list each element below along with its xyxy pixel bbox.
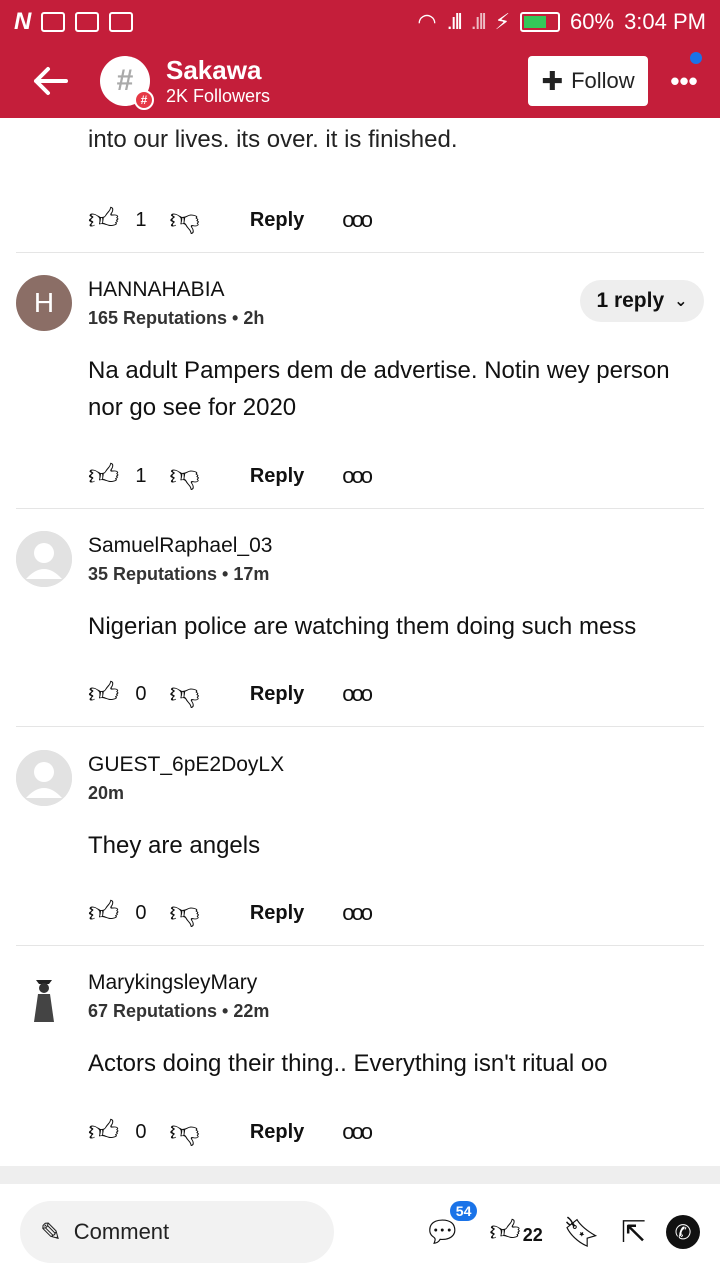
comment-username[interactable]: GUEST_6pE2DoyLX	[88, 753, 284, 777]
like-count: 0	[135, 682, 147, 705]
thumbs-down-icon[interactable]: 👎︎	[169, 895, 199, 931]
comment-meta: 20m	[88, 783, 125, 803]
status-bar: N ◠ .ıll .ıll ⚡ 60% 3:04 PM	[0, 0, 720, 44]
reply-link[interactable]: Reply	[250, 683, 304, 706]
comment-meta: 35 Reputations • 17m	[88, 564, 270, 584]
thumbs-up-icon[interactable]: 👍︎	[88, 895, 119, 931]
status-notification-icons: N	[14, 8, 134, 36]
battery-percent: 60%	[570, 9, 615, 34]
reply-link[interactable]: Reply	[250, 902, 304, 925]
comment-body: Nigerian police are watching them doing …	[88, 613, 637, 640]
avatar[interactable]	[16, 531, 72, 587]
status-time: 3:04 PM	[624, 9, 706, 34]
mail-icon	[41, 12, 66, 32]
page-title[interactable]: Sakawa	[166, 55, 270, 86]
divider	[16, 726, 704, 727]
avatar[interactable]	[16, 750, 72, 806]
like-count: 0	[135, 1120, 147, 1143]
followers-count: 2K Followers	[166, 86, 271, 106]
reply-link[interactable]: Reply	[250, 465, 304, 488]
plus-icon: ✚	[541, 65, 564, 96]
comment-username[interactable]: HANNAHABIA	[88, 278, 225, 302]
comment-actions: 👍︎ 1 👎︎ Reply ooo	[88, 200, 373, 240]
comments-count-badge: 54	[449, 1200, 478, 1221]
comment-username[interactable]: SamuelRaphael_03	[88, 534, 272, 558]
more-horizontal-icon[interactable]: ooo	[342, 463, 373, 489]
back-arrow-icon[interactable]	[0, 44, 100, 118]
wifi-icon: ◠	[417, 9, 437, 34]
app-n-icon: N	[14, 8, 32, 35]
whatsapp-icon[interactable]: ✆	[666, 1215, 700, 1249]
notification-dot	[690, 51, 702, 64]
avatar[interactable]	[16, 968, 72, 1024]
thumbs-up-icon[interactable]: 👍︎	[88, 1114, 119, 1150]
thumbs-up-icon[interactable]: 👍︎	[88, 458, 119, 494]
comment-input[interactable]: ✎ Comment	[20, 1201, 334, 1263]
gallery-icon	[75, 12, 100, 32]
more-horizontal-icon[interactable]: ooo	[342, 207, 373, 233]
charging-icon: ⚡	[494, 9, 511, 34]
thumbs-down-icon[interactable]: 👎︎	[169, 458, 199, 494]
comment-actions: 👍︎ 0 👎︎ Reply ooo	[88, 674, 373, 714]
like-total: 22	[522, 1225, 543, 1245]
more-horizontal-icon[interactable]: ooo	[342, 900, 373, 926]
share-icon[interactable]: ⇱	[621, 1215, 646, 1250]
replies-label: 1 reply	[596, 289, 665, 312]
like-count: 1	[135, 464, 147, 487]
like-button[interactable]: 👍︎ 22	[489, 1214, 542, 1250]
thumbs-down-icon[interactable]: 👎︎	[169, 202, 199, 238]
like-count: 1	[135, 208, 147, 231]
thumbs-down-icon[interactable]: 👎︎	[169, 676, 199, 712]
comments-icon[interactable]: 💬︎ 54	[423, 1200, 478, 1250]
signal-icon-2: .ıll	[470, 9, 487, 34]
reply-link[interactable]: Reply	[250, 209, 304, 232]
comment-list[interactable]: into our lives. its over. it is finished…	[0, 118, 720, 1166]
comment-body-text: into our lives. its over. it is finished…	[88, 126, 458, 153]
comment-body: into our lives. its over. it is finished…	[88, 118, 698, 158]
topic-badge-icon: #	[134, 90, 154, 110]
section-separator	[0, 1166, 720, 1184]
more-options-button[interactable]: •••	[648, 51, 720, 97]
chevron-down-icon: ⌄	[674, 293, 688, 310]
divider	[16, 508, 704, 509]
pencil-icon: ✎	[40, 1216, 62, 1247]
thumbs-up-icon[interactable]: 👍︎	[88, 676, 119, 712]
comment-meta: 165 Reputations • 2h	[88, 308, 265, 328]
reply-link[interactable]: Reply	[250, 1121, 304, 1144]
app-header: # # Sakawa 2K Followers ✚ Follow •••	[0, 44, 720, 118]
comment-body: Actors doing their thing.. Everything is…	[88, 1050, 608, 1077]
signal-icon: .ıll	[446, 9, 463, 34]
calendar-icon	[109, 12, 134, 32]
thumbs-down-icon[interactable]: 👎︎	[169, 1114, 199, 1150]
comment-body: They are angels	[88, 832, 261, 859]
comment-actions: 👍︎ 0 👎︎ Reply ooo	[88, 1112, 373, 1152]
bottom-action-bar: ✎ Comment 💬︎ 54 👍︎ 22 🔖︎ ⇱ ✆	[0, 1184, 720, 1280]
thumbs-up-icon[interactable]: 👍︎	[88, 202, 119, 238]
avatar[interactable]: H	[16, 275, 72, 331]
follow-button[interactable]: ✚ Follow	[528, 56, 648, 106]
topic-avatar[interactable]: # #	[100, 56, 154, 110]
more-icon: •••	[670, 65, 698, 96]
like-count: 0	[135, 901, 147, 924]
comment-placeholder: Comment	[73, 1219, 170, 1244]
comment-actions: 👍︎ 1 👎︎ Reply ooo	[88, 456, 373, 496]
comment-username[interactable]: MarykingsleyMary	[88, 971, 257, 995]
divider	[16, 252, 704, 253]
comment-meta: 67 Reputations • 22m	[88, 1001, 270, 1021]
battery-icon	[520, 12, 561, 32]
comment-body: Na adult Pampers dem de advertise. Notin…	[88, 357, 670, 421]
comment-actions: 👍︎ 0 👎︎ Reply ooo	[88, 893, 373, 933]
follow-label: Follow	[571, 68, 635, 93]
replies-toggle[interactable]: 1 reply ⌄	[580, 280, 704, 322]
bookmark-icon[interactable]: 🔖︎	[563, 1215, 601, 1250]
more-horizontal-icon[interactable]: ooo	[342, 681, 373, 707]
divider	[16, 945, 704, 946]
more-horizontal-icon[interactable]: ooo	[342, 1119, 373, 1145]
